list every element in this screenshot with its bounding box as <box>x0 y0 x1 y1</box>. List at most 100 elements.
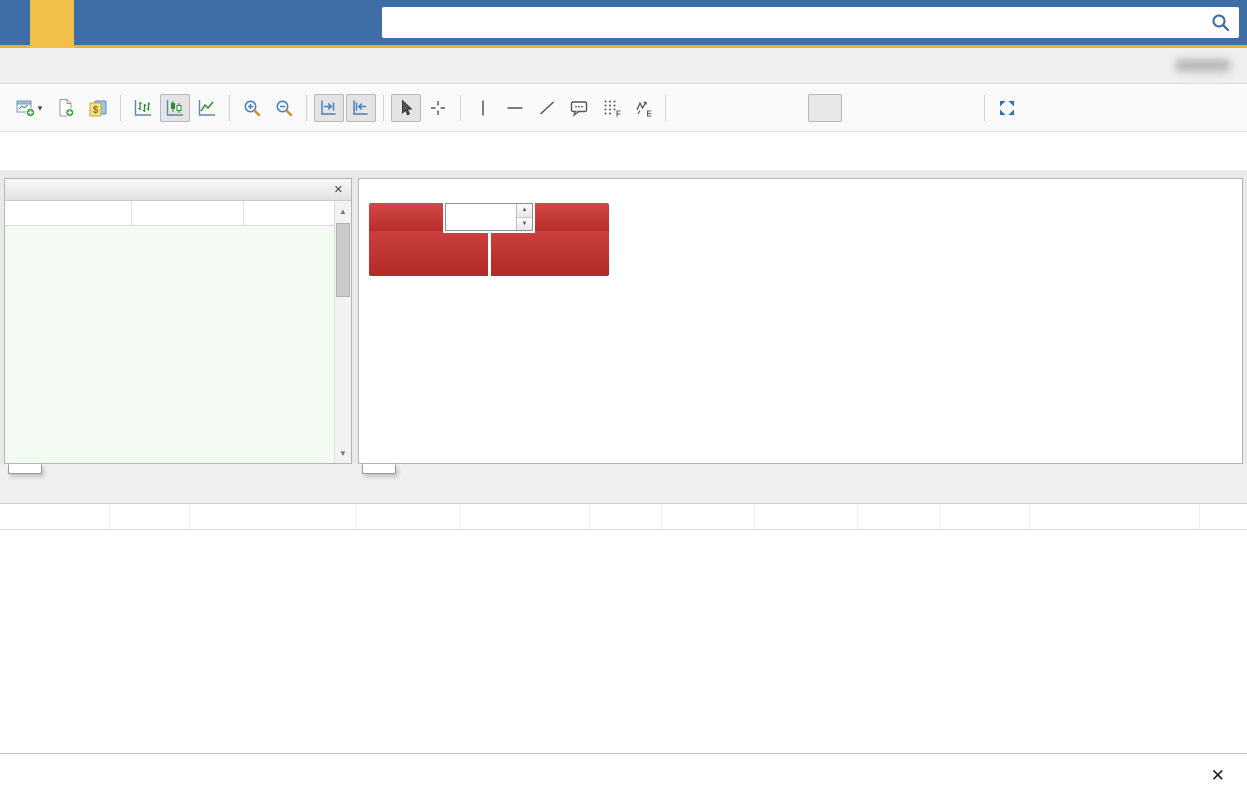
market-watch-scrollbar[interactable]: ▲ ▼ <box>334 201 351 463</box>
column-header-price[interactable] <box>590 504 662 529</box>
column-header-ask[interactable] <box>243 201 336 225</box>
toolbar-separator <box>460 95 461 121</box>
chart-tab-eurusd-h1[interactable] <box>362 464 396 474</box>
elliott-wave-tool-button[interactable]: E <box>628 94 658 122</box>
column-header-close <box>1200 504 1247 529</box>
close-icon[interactable]: ✕ <box>334 183 343 196</box>
trendline-icon <box>537 98 557 118</box>
auto-scroll-button[interactable] <box>314 94 344 122</box>
subheader <box>0 133 1247 170</box>
timeframe-h1-button[interactable] <box>808 94 842 122</box>
fullscreen-button[interactable] <box>992 94 1022 122</box>
buy-button[interactable] <box>533 203 609 231</box>
column-header-sl[interactable] <box>662 504 755 529</box>
crosshair-icon <box>428 98 448 118</box>
buy-price-display[interactable] <box>491 231 610 276</box>
column-header-bid[interactable] <box>131 201 243 225</box>
chart-shift-button[interactable] <box>346 94 376 122</box>
account-info <box>1171 59 1247 72</box>
timeframe-d1-button[interactable] <box>876 94 910 122</box>
terminal-panel <box>0 504 1247 530</box>
horizontal-line-icon <box>505 98 525 118</box>
market-watch-tab[interactable] <box>8 464 42 474</box>
nav-tab-web-terminal[interactable] <box>30 0 74 48</box>
nav-tab-freelance[interactable] <box>250 0 294 45</box>
column-header-type[interactable] <box>190 504 356 529</box>
new-chart-icon <box>16 98 36 118</box>
column-header-order[interactable] <box>0 504 110 529</box>
zoom-out-icon <box>274 98 294 118</box>
horizontal-line-tool-button[interactable] <box>500 94 530 122</box>
nav-tab-market[interactable] <box>294 0 338 45</box>
zoom-in-icon <box>242 98 262 118</box>
svg-text:$: $ <box>93 105 99 116</box>
line-chart-mode-button[interactable] <box>192 94 222 122</box>
text-label-tool-button[interactable] <box>564 94 594 122</box>
elliott-wave-icon: E <box>633 98 653 118</box>
mql5-web-terminal: ▾ $ <box>0 0 1247 800</box>
volume-input[interactable] <box>446 204 516 230</box>
column-header-swap[interactable] <box>940 504 1030 529</box>
one-click-trading-panel: ▲ ▼ <box>369 203 609 276</box>
text-balloon-icon <box>569 98 589 118</box>
column-header-symbol[interactable] <box>460 504 590 529</box>
toolbar-separator <box>120 95 121 121</box>
cookie-close-icon[interactable]: ✕ <box>1211 766 1225 786</box>
vertical-line-tool-button[interactable] <box>468 94 498 122</box>
volume-spinner: ▲ ▼ <box>516 204 532 230</box>
account-number-redacted <box>1175 59 1231 72</box>
candlestick-mode-button[interactable] <box>160 94 190 122</box>
timeframe-m5-button[interactable] <box>706 94 740 122</box>
nav-tab-articles[interactable] <box>206 0 250 45</box>
cursor-icon <box>396 98 416 118</box>
search-icon[interactable] <box>1211 13 1231 33</box>
search-box <box>382 7 1239 38</box>
trendline-tool-button[interactable] <box>532 94 562 122</box>
chart-shift-icon <box>351 98 371 118</box>
fibonacci-tool-button[interactable]: F <box>596 94 626 122</box>
column-header-time[interactable] <box>110 504 190 529</box>
timeframe-mn-button[interactable] <box>944 94 978 122</box>
profiles-icon: $ <box>88 98 108 118</box>
timeframe-m1-button[interactable] <box>672 94 706 122</box>
timeframe-m30-button[interactable] <box>774 94 808 122</box>
zoom-in-button[interactable] <box>237 94 267 122</box>
toolbar-separator <box>229 95 230 121</box>
nav-tab-economic-calendar[interactable] <box>118 0 162 45</box>
terminal-header-row <box>0 504 1247 530</box>
mql5-logo[interactable] <box>0 0 30 45</box>
volume-down-button[interactable]: ▼ <box>517 218 532 231</box>
column-header-size[interactable] <box>356 504 460 529</box>
timeframe-w1-button[interactable] <box>910 94 944 122</box>
new-chart-button[interactable]: ▾ <box>9 94 49 122</box>
column-header-profit[interactable] <box>1030 504 1200 529</box>
volume-up-button[interactable]: ▲ <box>517 204 532 218</box>
crosshair-tool-button[interactable] <box>423 94 453 122</box>
zoom-out-button[interactable] <box>269 94 299 122</box>
new-order-button[interactable] <box>51 94 81 122</box>
nav-tab-docs[interactable] <box>74 0 118 45</box>
scrollbar-thumb[interactable] <box>336 223 350 297</box>
auto-scroll-icon <box>319 98 339 118</box>
sell-price-display[interactable] <box>369 231 488 276</box>
search-input[interactable] <box>382 8 1239 38</box>
scroll-up-icon[interactable]: ▲ <box>335 203 351 219</box>
timeframe-m15-button[interactable] <box>740 94 774 122</box>
fullscreen-icon <box>997 98 1017 118</box>
cursor-tool-button[interactable] <box>391 94 421 122</box>
market-watch-rows <box>5 227 334 463</box>
sell-button[interactable] <box>369 203 445 231</box>
profiles-button[interactable]: $ <box>83 94 113 122</box>
menu-bar <box>0 48 1247 84</box>
svg-text:F: F <box>616 110 621 119</box>
toolbar-separator <box>665 95 666 121</box>
column-header-tp[interactable] <box>755 504 858 529</box>
cookie-bar: ✕ <box>0 753 1247 800</box>
timeframe-h4-button[interactable] <box>842 94 876 122</box>
column-header-price2[interactable] <box>858 504 940 529</box>
nav-tab-codebase[interactable] <box>162 0 206 45</box>
bar-chart-mode-button[interactable] <box>128 94 158 122</box>
nav-more-button[interactable] <box>338 0 362 45</box>
chevron-down-icon: ▾ <box>38 103 43 114</box>
scroll-down-icon[interactable]: ▼ <box>335 445 351 461</box>
